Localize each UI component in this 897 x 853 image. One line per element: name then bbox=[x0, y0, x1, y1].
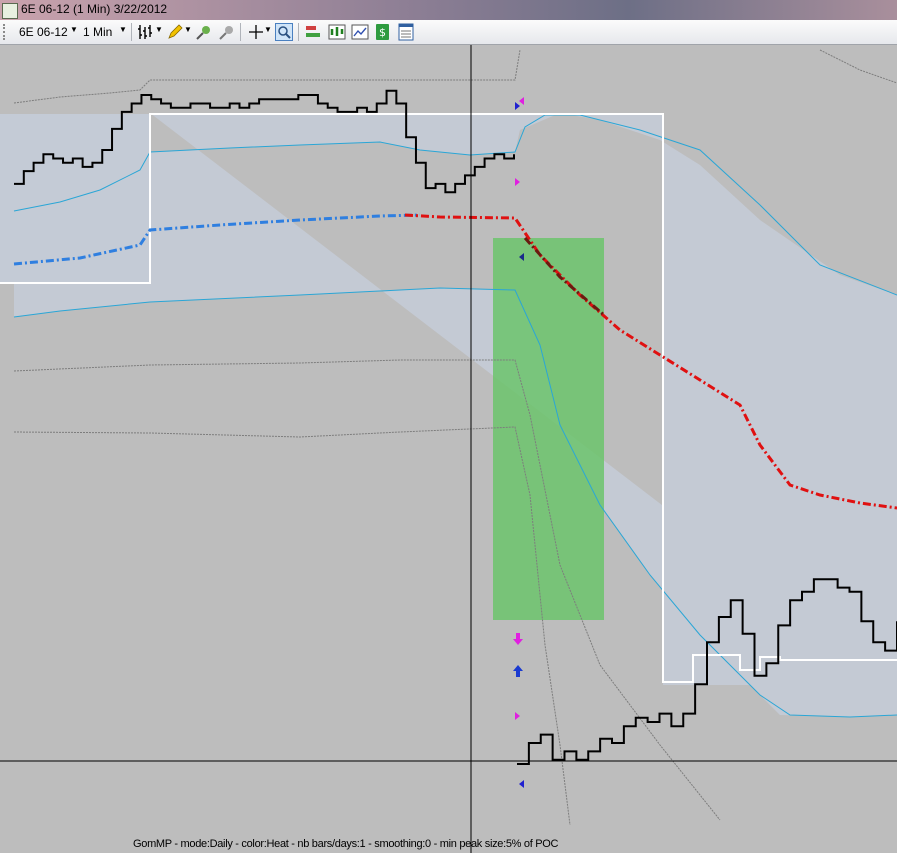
green-zone-rect bbox=[493, 238, 604, 620]
blue-triangle-marker bbox=[519, 780, 524, 788]
outer-band-upper-day2 bbox=[819, 49, 897, 84]
green-zone-layer bbox=[493, 238, 604, 620]
indicator-footer: GomMP - mode:Daily - color:Heat - nb bar… bbox=[133, 838, 559, 850]
pink-down-arrow-icon bbox=[513, 633, 523, 645]
data-box-icon[interactable] bbox=[397, 23, 415, 41]
drawing-pencil-icon[interactable] bbox=[166, 23, 184, 41]
strategies-icon[interactable] bbox=[304, 23, 322, 41]
zoom-out-icon[interactable] bbox=[218, 23, 236, 41]
interval-chevron-down-icon[interactable]: ▼ bbox=[119, 25, 127, 34]
crosshair-icon[interactable] bbox=[247, 23, 265, 41]
chart-properties-icon[interactable] bbox=[351, 23, 369, 41]
outer-band-lower-1 bbox=[13, 359, 721, 821]
price-chart[interactable] bbox=[0, 45, 897, 853]
title-bar: 6E 06-12 (1 Min) 3/22/2012 bbox=[0, 0, 897, 20]
window-title: 6E 06-12 (1 Min) 3/22/2012 bbox=[21, 2, 168, 16]
magenta-triangle-marker bbox=[515, 178, 520, 186]
svg-text:$: $ bbox=[379, 26, 386, 39]
magnifier-icon[interactable] bbox=[275, 23, 293, 41]
bar-type-icon[interactable] bbox=[137, 23, 155, 41]
app-chart-icon bbox=[2, 3, 18, 19]
chart-toolbar: 6E 06-12 ▼ 1 Min ▼ ▼ ▼ ▼ $ bbox=[0, 20, 897, 45]
order-dollar-icon[interactable]: $ bbox=[374, 23, 392, 41]
zoom-in-icon[interactable] bbox=[195, 23, 213, 41]
developing-range-shade bbox=[0, 113, 897, 717]
crosshair-chevron-down-icon[interactable]: ▼ bbox=[264, 25, 272, 34]
instrument-chevron-down-icon[interactable]: ▼ bbox=[70, 25, 78, 34]
toolbar-grip-handle[interactable] bbox=[3, 24, 7, 40]
blue-triangle-marker bbox=[515, 102, 520, 110]
indicators-icon[interactable] bbox=[328, 23, 346, 41]
shade-area-day1 bbox=[0, 114, 150, 283]
bar-type-chevron-down-icon[interactable]: ▼ bbox=[155, 25, 163, 34]
outer-band-upper-day1 bbox=[13, 49, 521, 104]
pencil-chevron-down-icon[interactable]: ▼ bbox=[184, 25, 192, 34]
instrument-selector[interactable]: 6E 06-12 bbox=[19, 25, 68, 39]
magenta-triangle-marker bbox=[519, 97, 524, 105]
magenta-triangle-marker bbox=[515, 712, 520, 720]
blue-up-arrow-icon bbox=[513, 665, 523, 677]
interval-selector[interactable]: 1 Min bbox=[83, 25, 112, 39]
outer-band-lower-2 bbox=[13, 426, 571, 826]
